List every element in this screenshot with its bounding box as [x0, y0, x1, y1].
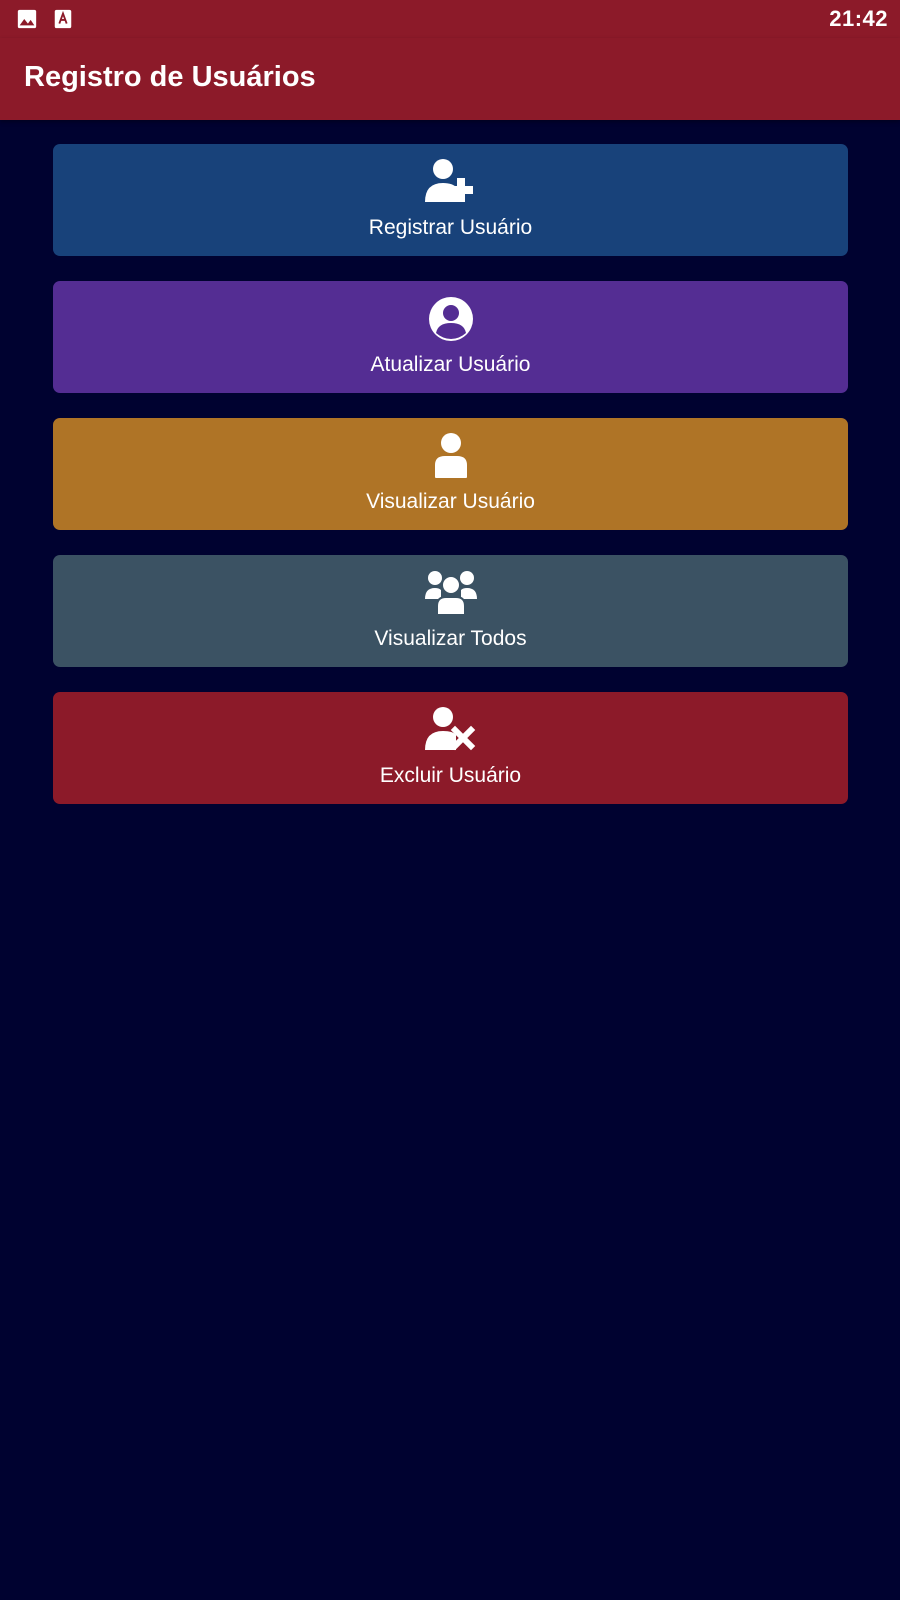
register-user-button[interactable]: Registrar Usuário [53, 144, 848, 256]
user-icon [434, 433, 467, 478]
delete-user-label: Excluir Usuário [379, 764, 522, 787]
user-remove-icon [424, 707, 475, 751]
view-all-button[interactable]: Visualizar Todos [53, 555, 848, 667]
delete-user-button[interactable]: Excluir Usuário [53, 692, 848, 804]
view-all-label: Visualizar Todos [374, 627, 527, 650]
status-bar: 21:42 [0, 0, 900, 38]
menu: Registrar Usuário Atualizar Usuário Visu… [53, 144, 848, 829]
text-app-icon [54, 9, 72, 29]
update-user-label: Atualizar Usuário [370, 353, 531, 376]
image-icon [17, 9, 37, 29]
user-circle-icon [428, 297, 473, 341]
page-title: Registro de Usuários [24, 61, 316, 93]
view-user-button[interactable]: Visualizar Usuário [53, 418, 848, 530]
app-bar: Registro de Usuários [0, 38, 900, 120]
view-user-label: Visualizar Usuário [366, 490, 535, 513]
update-user-button[interactable]: Atualizar Usuário [53, 281, 848, 393]
register-user-label: Registrar Usuário [368, 216, 533, 239]
user-plus-icon [424, 159, 473, 202]
users-group-icon [424, 571, 477, 616]
status-time: 21:42 [829, 6, 888, 31]
